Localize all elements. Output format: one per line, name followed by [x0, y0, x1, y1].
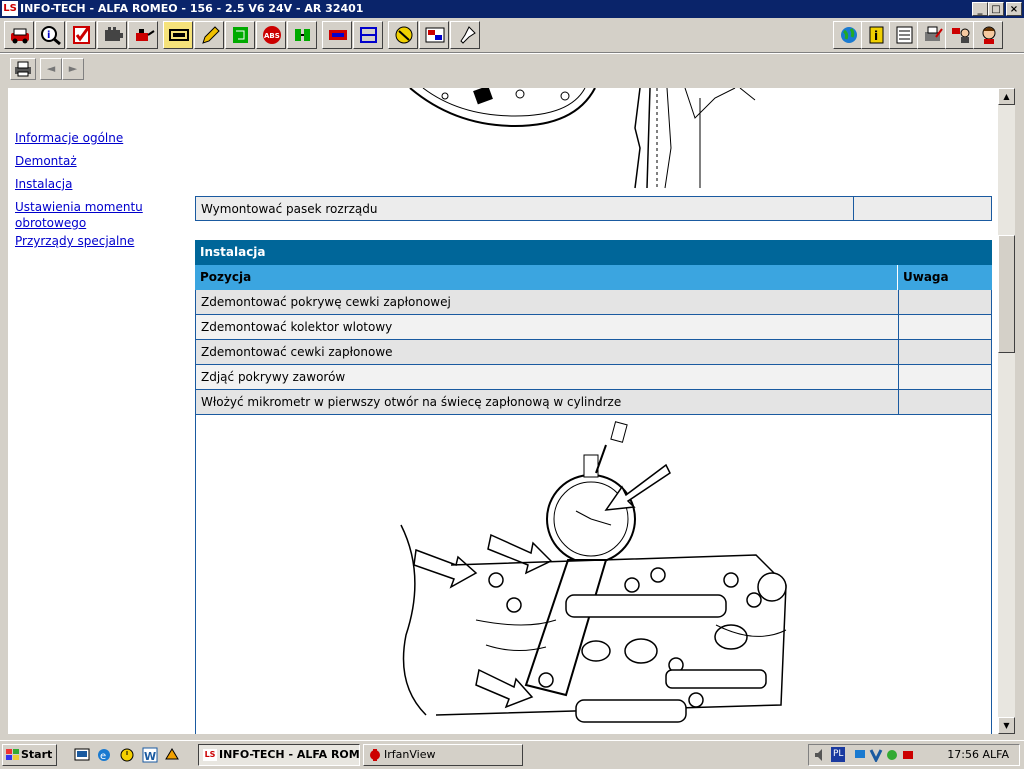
scroll-down-button[interactable]: ▼ — [998, 717, 1015, 734]
svg-text:e: e — [100, 751, 106, 762]
pencil-icon[interactable] — [194, 21, 224, 49]
scroll-up-button[interactable]: ▲ — [998, 88, 1015, 105]
task-label: INFO-TECH - ALFA ROM... — [219, 748, 360, 761]
antivirus-icon[interactable] — [869, 748, 883, 762]
pin-icon[interactable] — [450, 21, 480, 49]
task-label: IrfanView — [384, 748, 436, 761]
main-toolbar: i ABS i — [0, 18, 1024, 53]
notes-icon[interactable] — [889, 21, 919, 49]
circuit-board-icon[interactable] — [225, 21, 255, 49]
printer-icon — [15, 61, 31, 77]
row-position: Włożyć mikrometr w pierwszy otwór na świ… — [196, 390, 899, 414]
column-header-position: Pozycja — [195, 265, 898, 290]
car-icon[interactable] — [4, 21, 34, 49]
column-header-note: Uwaga — [903, 270, 949, 284]
checklist-icon[interactable] — [66, 21, 96, 49]
row-note — [899, 365, 991, 389]
content-pane: Wymontować pasek rozrządu Instalacja Poz… — [193, 88, 998, 734]
svg-text:W: W — [144, 750, 156, 763]
start-button[interactable]: Start — [2, 744, 57, 766]
electrical-icon[interactable] — [287, 21, 317, 49]
row-note — [899, 315, 991, 339]
navigation-toolbar: ◄ ► — [0, 53, 1024, 86]
row-note — [854, 197, 991, 220]
svg-text:i: i — [47, 30, 50, 41]
globe-icon[interactable] — [833, 21, 863, 49]
micrometer-diagram — [400, 421, 787, 723]
nav-link-torque-settings[interactable]: Ustawienia momentu obrotowego — [15, 199, 143, 231]
svg-text:i: i — [874, 29, 878, 43]
timing-belt-diagram — [409, 88, 756, 189]
nav-link-special-tools[interactable]: Przyrządy specjalne — [15, 233, 134, 249]
row-position: Zdemontować kolektor wlotowy — [196, 315, 899, 339]
row-note — [899, 290, 991, 314]
clock: 17:56 ALFA — [947, 748, 1009, 761]
table-row: Zdemontować pokrywę cewki zapłonowej — [195, 290, 992, 315]
taskbar: Start e W LS INFO-TECH - ALFA ROM... Irf… — [0, 740, 1024, 769]
row-position: Zdemontować cewki zapłonowe — [196, 340, 899, 364]
table-row: Zdemontować kolektor wlotowy — [195, 315, 992, 340]
volume-icon[interactable] — [813, 748, 827, 762]
back-button[interactable]: ◄ — [40, 58, 62, 80]
climate-icon[interactable] — [322, 21, 352, 49]
printer-edit-icon[interactable] — [917, 21, 947, 49]
diagram-icon[interactable] — [353, 21, 383, 49]
network-icon[interactable] — [853, 748, 867, 762]
nav-link-installation[interactable]: Instalacja — [15, 176, 72, 192]
title-bar: LS INFO-TECH - ALFA ROMEO - 156 - 2.5 V6… — [0, 0, 1024, 18]
wiring-icon[interactable] — [419, 21, 449, 49]
maximize-button[interactable]: □ — [988, 2, 1004, 16]
windows-logo-icon — [6, 749, 19, 760]
app-logo-icon: LS — [2, 1, 18, 16]
help-person-icon[interactable] — [973, 21, 1003, 49]
start-label: Start — [21, 748, 53, 761]
engine-icon[interactable] — [97, 21, 127, 49]
irfanview-icon — [370, 749, 380, 761]
forward-button[interactable]: ► — [62, 58, 84, 80]
task-info-tech[interactable]: LS INFO-TECH - ALFA ROM... — [198, 744, 360, 766]
system-tray: PL 17:56 ALFA — [808, 744, 1020, 766]
nav-link-removal[interactable]: Demontaż — [15, 153, 77, 169]
section-nav: Informacje ogólne Demontaż Instalacja Us… — [8, 88, 193, 734]
tools-person-icon[interactable] — [388, 21, 418, 49]
tray-app-icon[interactable] — [901, 748, 915, 762]
table-header: Pozycja Uwaga — [195, 265, 992, 290]
info-icon[interactable]: i — [861, 21, 891, 49]
row-note — [899, 340, 991, 364]
minimize-button[interactable]: _ — [972, 2, 988, 16]
micrometer-diagram-frame — [195, 415, 992, 734]
internet-explorer-icon[interactable]: e — [96, 747, 112, 763]
abs-label: ABS — [264, 32, 280, 40]
print-button[interactable] — [10, 58, 36, 80]
table-row: Włożyć mikrometr w pierwszy otwór na świ… — [195, 390, 992, 415]
close-button[interactable]: × — [1006, 2, 1022, 16]
task-irfanview[interactable]: IrfanView — [363, 744, 523, 766]
row-note — [899, 390, 991, 414]
language-indicator[interactable]: PL — [831, 747, 846, 762]
table-row: Zdemontować cewki zapłonowe — [195, 340, 992, 365]
winamp-icon[interactable] — [164, 747, 180, 763]
clock-icon[interactable] — [119, 747, 135, 763]
row-position: Zdjąć pokrywy zaworów — [196, 365, 899, 389]
table-row: Zdjąć pokrywy zaworów — [195, 365, 992, 390]
oil-can-icon[interactable] — [128, 21, 158, 49]
abs-icon[interactable]: ABS — [256, 21, 286, 49]
nav-link-general-info[interactable]: Informacje ogólne — [15, 130, 123, 146]
show-desktop-icon[interactable] — [74, 747, 90, 763]
vertical-scrollbar[interactable]: ▲ ▼ — [998, 88, 1015, 734]
row-position: Wymontować pasek rozrządu — [196, 197, 854, 220]
update-icon[interactable] — [885, 748, 899, 762]
row-position: Zdemontować pokrywę cewki zapłonowej — [196, 290, 899, 314]
word-icon[interactable]: W — [142, 747, 158, 763]
table-row: Wymontować pasek rozrządu — [195, 196, 992, 221]
ls-logo-icon: LS — [203, 749, 217, 761]
magnifier-info-icon[interactable]: i — [35, 21, 65, 49]
scroll-thumb[interactable] — [998, 235, 1015, 353]
timing-belt-icon[interactable] — [163, 21, 193, 49]
section-title: Instalacja — [195, 240, 992, 265]
window-title: INFO-TECH - ALFA ROMEO - 156 - 2.5 V6 24… — [20, 2, 364, 15]
user-flag-icon[interactable] — [945, 21, 975, 49]
